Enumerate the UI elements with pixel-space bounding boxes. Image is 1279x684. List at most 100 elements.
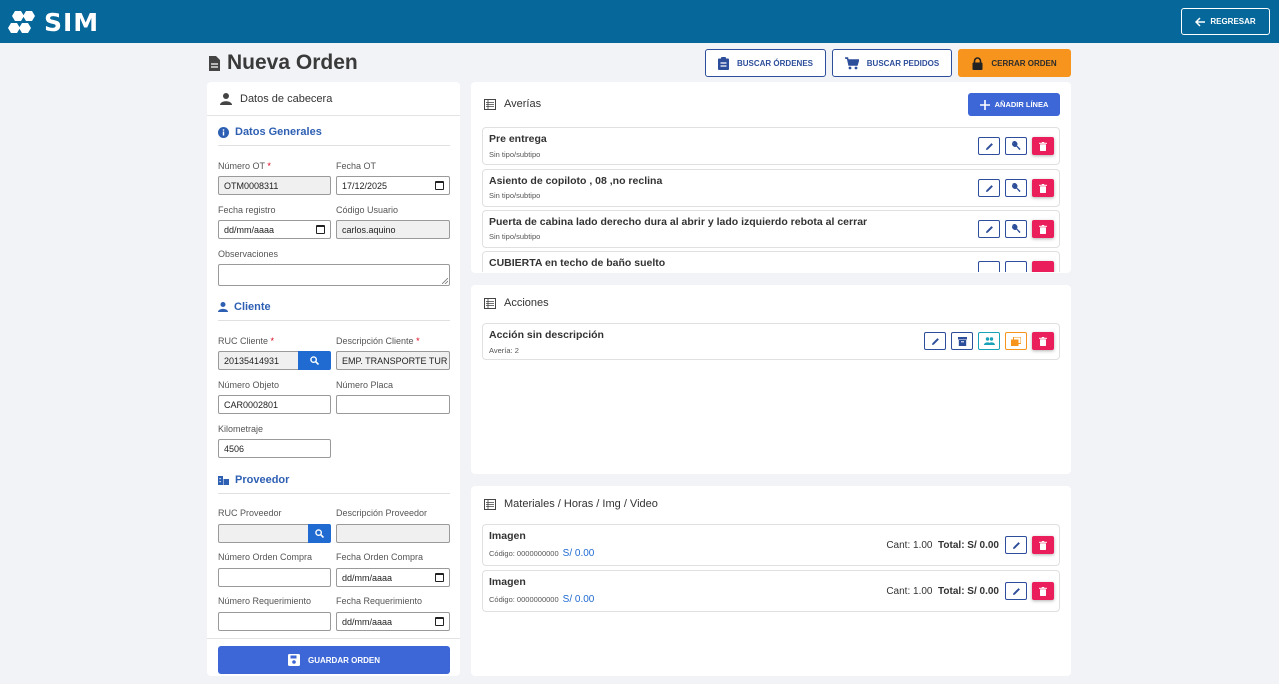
numero-ot-label: Número OT * <box>218 161 271 171</box>
wrench-button[interactable] <box>1005 220 1027 238</box>
numero-objeto-label: Número Objeto <box>218 380 280 390</box>
back-button[interactable]: REGRESAR <box>1181 8 1270 35</box>
material-price: S/ 0.00 <box>562 594 595 605</box>
buscar-ordenes-button[interactable]: BUSCAR ÓRDENES <box>705 49 826 77</box>
gallery-icon <box>1011 336 1021 346</box>
anadir-linea-button[interactable]: AÑADIR LÍNEA <box>968 93 1060 116</box>
delete-button[interactable] <box>1032 261 1054 272</box>
delete-button[interactable] <box>1032 582 1054 600</box>
archive-button[interactable] <box>951 332 973 350</box>
material-price: S/ 0.00 <box>562 548 595 559</box>
edit-button[interactable] <box>978 179 1000 197</box>
edit-button[interactable] <box>978 220 1000 238</box>
guardar-orden-button[interactable]: GUARDAR ORDEN <box>218 646 450 674</box>
fecha-orden-compra-field[interactable]: dd/mm/aaaa <box>336 568 450 587</box>
descripcion-cliente-field[interactable]: EMP. TRANSPORTE TUR <box>336 351 450 370</box>
header-data-panel: Datos de cabecera Datos Generales Número… <box>207 82 460 676</box>
averia-item[interactable]: Puerta de cabina lado derecho dura al ab… <box>482 210 1060 248</box>
calendar-icon[interactable] <box>435 573 444 582</box>
pencil-icon <box>985 184 993 192</box>
ruc-cliente-field[interactable]: 20135414931 <box>218 351 299 370</box>
averia-item[interactable]: Asiento de copiloto , 08 ,no reclina Sin… <box>482 169 1060 207</box>
edit-button[interactable] <box>978 137 1000 155</box>
calendar-icon[interactable] <box>316 225 325 234</box>
edit-button[interactable] <box>978 261 1000 272</box>
material-codigo: Código: 0000000000 <box>489 549 559 558</box>
building-icon <box>218 476 229 485</box>
divider <box>207 638 460 639</box>
ruc-cliente-search-button[interactable] <box>298 351 331 370</box>
orden-compra-field[interactable] <box>218 568 331 587</box>
fecha-ot-field[interactable]: 17/12/2025 <box>336 176 450 195</box>
acciones-title: Acciones <box>504 297 549 309</box>
wrench-icon <box>1012 183 1021 193</box>
trash-icon <box>1039 336 1047 346</box>
material-item[interactable]: Imagen Código: 0000000000 S/ 0.00 Cant: … <box>482 524 1060 566</box>
requerimiento-field[interactable] <box>218 612 331 631</box>
descripcion-cliente-label: Descripción Cliente * <box>336 336 420 346</box>
wrench-button[interactable] <box>1005 179 1027 197</box>
divider <box>218 493 450 494</box>
divider <box>218 145 450 146</box>
accion-item[interactable]: Acción sin descripción Avería: 2 <box>482 323 1060 360</box>
observaciones-label: Observaciones <box>218 249 279 259</box>
delete-button[interactable] <box>1032 137 1054 155</box>
list-icon <box>484 498 496 510</box>
list-icon <box>484 98 496 110</box>
material-title: Imagen <box>489 530 526 542</box>
gallery-button[interactable] <box>1005 332 1027 350</box>
material-item[interactable]: Imagen Código: 0000000000 S/ 0.00 Cant: … <box>482 570 1060 612</box>
numero-objeto-field[interactable]: CAR0002801 <box>218 395 331 414</box>
resize-handle-icon[interactable] <box>442 278 448 284</box>
datos-generales-label: Datos Generales <box>235 126 322 138</box>
edit-button[interactable] <box>1005 582 1027 600</box>
pencil-icon <box>985 225 993 233</box>
fecha-requerimiento-field[interactable]: dd/mm/aaaa <box>336 612 450 631</box>
materiales-title: Materiales / Horas / Img / Video <box>504 498 658 510</box>
delete-button[interactable] <box>1032 332 1054 350</box>
averias-scroll-area[interactable]: Averías AÑADIR LÍNEA Pre entrega Sin tip… <box>471 82 1071 272</box>
numero-placa-field[interactable] <box>336 395 450 414</box>
codigo-usuario-label: Código Usuario <box>336 205 399 215</box>
hexagon-logo-icon <box>8 10 35 33</box>
codigo-usuario-field[interactable]: carlos.aquino <box>336 220 450 239</box>
people-button[interactable] <box>978 332 1000 350</box>
descripcion-proveedor-field[interactable] <box>336 524 450 543</box>
cerrar-orden-button[interactable]: CERRAR ORDEN <box>958 49 1071 77</box>
averia-title: Puerta de cabina lado derecho dura al ab… <box>489 216 868 228</box>
wrench-icon <box>1012 224 1021 234</box>
averias-title: Averías <box>504 98 542 110</box>
trash-icon <box>1039 540 1047 550</box>
kilometraje-field[interactable]: 4506 <box>218 439 331 458</box>
delete-button[interactable] <box>1032 536 1054 554</box>
delete-button[interactable] <box>1032 220 1054 238</box>
page-title-text: Nueva Orden <box>227 51 358 74</box>
trash-icon <box>1039 224 1047 234</box>
calendar-icon[interactable] <box>435 181 444 190</box>
averia-item[interactable]: CUBIERTA en techo de baño suelto <box>482 251 1060 272</box>
acciones-panel: Acciones Acción sin descripción Avería: … <box>471 285 1071 474</box>
ruc-proveedor-field[interactable] <box>218 524 309 543</box>
ruc-proveedor-search-button[interactable] <box>308 524 331 543</box>
averias-panel: Averías AÑADIR LÍNEA Pre entrega Sin tip… <box>471 82 1071 273</box>
edit-button[interactable] <box>924 332 946 350</box>
buscar-pedidos-label: BUSCAR PEDIDOS <box>866 58 940 68</box>
app-logo[interactable]: SIM <box>8 8 99 37</box>
fecha-registro-field[interactable]: dd/mm/aaaa <box>218 220 331 239</box>
numero-ot-field[interactable]: OTM0008311 <box>218 176 331 195</box>
person-icon <box>220 92 232 105</box>
material-meta: Código: 0000000000 S/ 0.00 <box>489 548 594 559</box>
arrow-left-icon <box>1195 16 1206 27</box>
acciones-header: Acciones <box>484 297 549 309</box>
wrench-button[interactable] <box>1005 261 1027 272</box>
wrench-button[interactable] <box>1005 137 1027 155</box>
guardar-orden-label: GUARDAR ORDEN <box>308 655 380 665</box>
averia-item[interactable]: Pre entrega Sin tipo/subtipo <box>482 127 1060 165</box>
ruc-cliente-label: RUC Cliente * <box>218 336 275 346</box>
edit-button[interactable] <box>1005 536 1027 554</box>
calendar-icon[interactable] <box>435 617 444 626</box>
observaciones-textarea[interactable] <box>218 264 450 286</box>
document-icon <box>209 55 220 71</box>
delete-button[interactable] <box>1032 179 1054 197</box>
buscar-pedidos-button[interactable]: BUSCAR PEDIDOS <box>832 49 952 77</box>
